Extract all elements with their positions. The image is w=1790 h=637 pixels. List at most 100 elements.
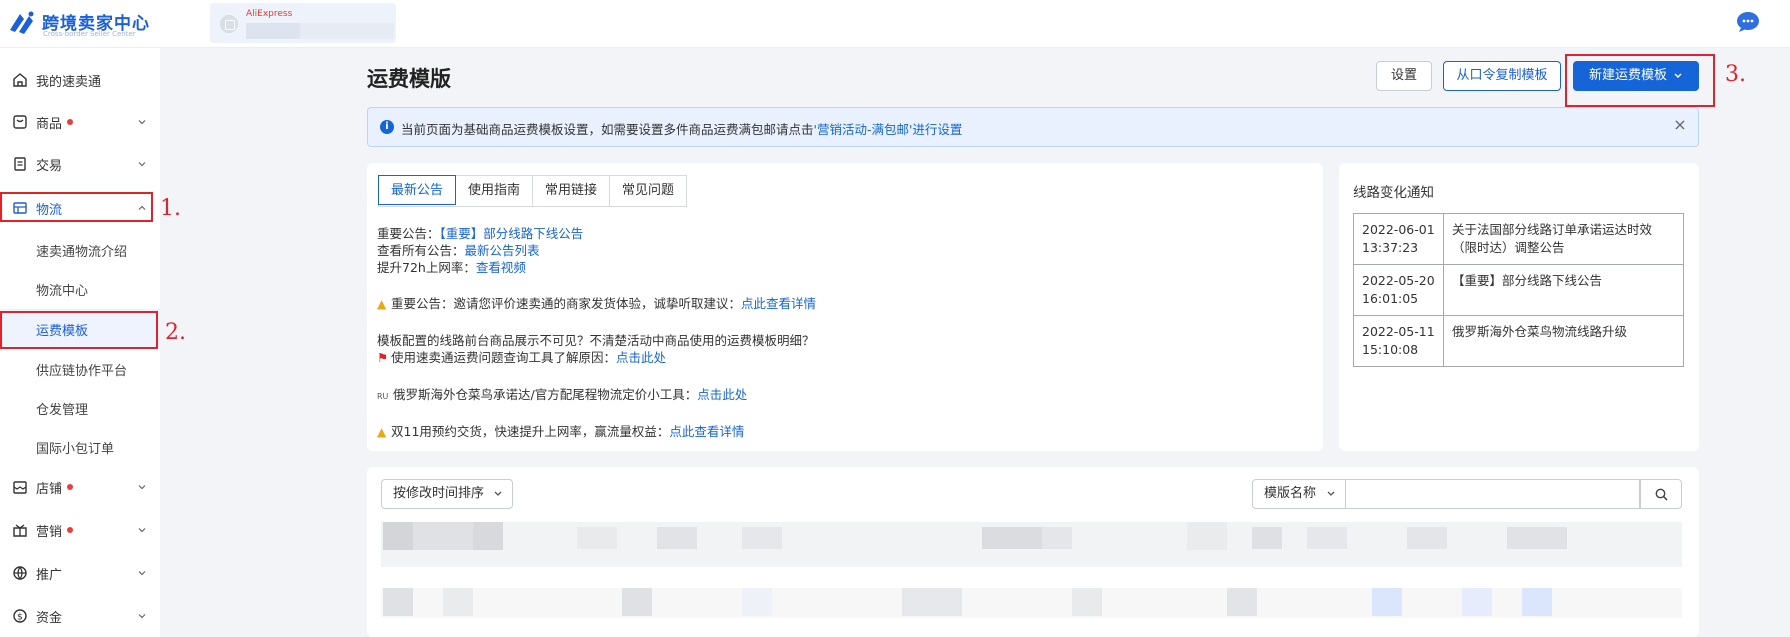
announcement-line: RU 俄罗斯海外仓菜鸟承诺达/官方配尾程物流定价小工具：点击此处: [377, 384, 747, 403]
notice-link-full-free-shipping[interactable]: '营销活动-满包邮'进行设置: [814, 122, 963, 137]
thumbs-up-icon: ▲: [377, 425, 387, 439]
create-shipping-template-button[interactable]: 新建运费模板: [1573, 61, 1699, 91]
chevron-down-icon: [1327, 491, 1335, 496]
search-field-value: 模版名称: [1264, 486, 1317, 501]
russia-flag-icon: RU: [377, 392, 389, 401]
route-date-cell: 2022-05-20 16:01:05: [1353, 264, 1444, 316]
announcement-link[interactable]: 点击此处: [616, 350, 666, 365]
sidebar-item-label: 推广: [36, 568, 63, 583]
sidebar-item-label: 资金: [36, 611, 63, 626]
funds-icon: $: [13, 609, 27, 623]
sidebar-subitem-supply-chain[interactable]: 供应链协作平台: [0, 349, 160, 387]
announcement-link[interactable]: 【重要】部分线路下线公告: [440, 226, 584, 241]
page-title: 运费模版: [367, 67, 451, 91]
table-row[interactable]: 2022-05-20 16:01:05 【重要】部分线路下线公告: [1353, 264, 1684, 316]
sidebar-item-store[interactable]: 店铺: [0, 467, 160, 507]
announcement-line: ▲ 重要公告：邀请您评价速卖通的商家发货体验，诚挚听取建议：点此查看详情: [377, 293, 816, 312]
annotation-box-shipping-template: [0, 311, 158, 349]
store-switcher[interactable]: AliExpress: [210, 3, 396, 43]
store-name-redacted: [300, 23, 394, 39]
route-change-table: 2022-06-01 13:37:23 关于法国部分线路订单承诺运达时效（限时达）…: [1353, 213, 1684, 367]
promotion-icon: [13, 566, 27, 581]
sidebar-subitem-label: 物流中心: [36, 284, 89, 299]
tab-faq[interactable]: 常见问题: [610, 176, 686, 206]
sidebar-item-funds[interactable]: $ 资金: [0, 596, 160, 636]
sidebar-subitem-logistics-intro[interactable]: 速卖通物流介绍: [0, 230, 160, 268]
announcement-line: 提升72h上网率：查看视频: [377, 257, 526, 276]
chevron-down-icon: [494, 491, 502, 496]
sidebar-item-label: 交易: [36, 159, 63, 174]
logo[interactable]: 跨境卖家中心 Cross-border Seller Center: [6, 8, 156, 40]
sidebar-item-label: 我的速卖通: [36, 75, 102, 90]
route-change-card: 线路变化通知 2022-06-01 13:37:23 关于法国部分线路订单承诺运达…: [1339, 163, 1699, 451]
annotation-box-logistics: [0, 192, 153, 222]
announcement-label: 提升72h上网率：: [377, 260, 476, 275]
announcement-link[interactable]: 点此查看详情: [741, 296, 816, 311]
announcement-link[interactable]: 最新公告列表: [465, 243, 540, 258]
announcement-label: 重要公告：: [377, 226, 440, 241]
search-icon: [1655, 488, 1668, 501]
sidebar-item-promotion[interactable]: 推广: [0, 553, 160, 593]
sidebar-item-products[interactable]: 商品: [0, 102, 160, 142]
announcement-link[interactable]: 点击此处: [697, 387, 747, 402]
route-date: 2022-05-20: [1362, 273, 1435, 288]
template-search-input[interactable]: [1346, 479, 1640, 509]
store-icon: [13, 481, 27, 494]
route-time: 15:10:08: [1362, 342, 1419, 357]
copy-from-code-button[interactable]: 从口令复制模板: [1443, 61, 1561, 91]
notification-dot: [67, 119, 73, 125]
step-label-1: 1.: [160, 196, 181, 221]
chat-icon[interactable]: [1736, 11, 1760, 33]
chevron-down-icon: [138, 485, 146, 490]
sidebar-subitem-label: 仓发管理: [36, 403, 89, 418]
logo-mark-icon: [10, 11, 34, 34]
sidebar-subitem-label: 供应链协作平台: [36, 364, 128, 379]
sidebar-item-label: 商品: [36, 117, 63, 132]
route-time: 16:01:05: [1362, 291, 1419, 306]
notice-message: 当前页面为基础商品运费模板设置，如需要设置多件商品运费满包邮请点击'营销活动-满…: [401, 119, 962, 138]
chevron-down-icon: [1674, 73, 1682, 78]
route-date-cell: 2022-05-11 15:10:08: [1353, 315, 1444, 367]
template-list-card: 按修改时间排序 模版名称: [367, 467, 1699, 637]
announcement-link[interactable]: 查看视频: [476, 260, 526, 275]
route-date: 2022-06-01: [1362, 222, 1435, 237]
tab-latest-announcements[interactable]: 最新公告: [378, 175, 457, 205]
logo-subtitle: Cross-border Seller Center: [43, 30, 136, 38]
chevron-down-icon: [138, 528, 146, 533]
sidebar-subitem-intl-parcel[interactable]: 国际小包订单: [0, 427, 160, 465]
table-row[interactable]: 2022-05-11 15:10:08 俄罗斯海外仓菜鸟物流线路升级: [1353, 315, 1684, 367]
sidebar-item-label: 店铺: [36, 482, 63, 497]
announcement-text: 重要公告：邀请您评价速卖通的商家发货体验，诚挚听取建议：: [391, 296, 742, 311]
chevron-down-icon: [138, 571, 146, 576]
sidebar-subitem-warehouse[interactable]: 仓发管理: [0, 388, 160, 426]
sidebar-subitem-logistics-center[interactable]: 物流中心: [0, 269, 160, 307]
sort-select[interactable]: 按修改时间排序: [381, 479, 513, 509]
announcement-text: 模板配置的线路前台商品展示不可见？不清楚活动中商品使用的运费模板明细？: [377, 333, 815, 348]
settings-button[interactable]: 设置: [1376, 61, 1432, 91]
route-date-cell: 2022-06-01 13:37:23: [1353, 213, 1444, 265]
sidebar-item-label: 营销: [36, 525, 63, 540]
search-button[interactable]: [1640, 479, 1682, 509]
table-row[interactable]: 2022-06-01 13:37:23 关于法国部分线路订单承诺运达时效（限时达）…: [1353, 213, 1684, 265]
announcement-label: 查看所有公告：: [377, 243, 465, 258]
sidebar-item-orders[interactable]: 交易: [0, 144, 160, 184]
order-icon: [14, 157, 26, 171]
product-icon: [13, 115, 27, 129]
chevron-down-icon: [138, 614, 146, 619]
route-text-cell: 关于法国部分线路订单承诺运达时效（限时达）调整公告: [1443, 213, 1684, 265]
create-button-label: 新建运费模板: [1588, 68, 1667, 83]
notice-text: 当前页面为基础商品运费模板设置，如需要设置多件商品运费满包邮请点击: [401, 122, 814, 137]
thumbs-up-icon: ▲: [377, 297, 387, 311]
tab-user-guide[interactable]: 使用指南: [456, 176, 534, 206]
sidebar-item-marketing[interactable]: 营销: [0, 510, 160, 550]
announcement-link[interactable]: 点此查看详情: [669, 424, 744, 439]
search-field-select[interactable]: 模版名称: [1252, 479, 1346, 509]
route-date: 2022-05-11: [1362, 324, 1435, 339]
close-icon[interactable]: ×: [1672, 117, 1688, 133]
announcement-text: 双11用预约交货，快速提升上网率，赢流量权益：: [391, 424, 670, 439]
store-platform-label: AliExpress: [246, 9, 293, 19]
tab-common-links[interactable]: 常用链接: [533, 176, 611, 206]
home-icon: [13, 73, 27, 87]
sidebar-item-home[interactable]: 我的速卖通: [0, 60, 160, 100]
step-label-3: 3.: [1725, 62, 1746, 87]
